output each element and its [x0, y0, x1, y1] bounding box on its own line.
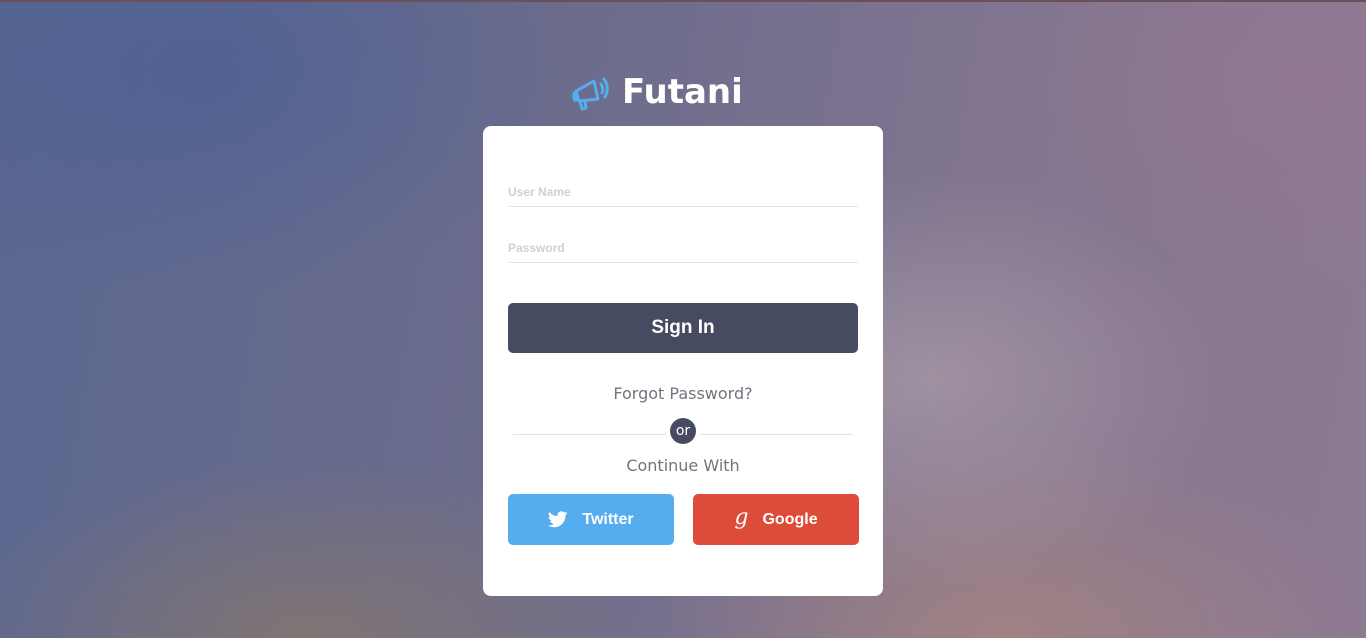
brand-name: Futani	[622, 72, 743, 112]
or-badge: or	[670, 418, 696, 444]
sign-in-button[interactable]: Sign In	[508, 303, 858, 353]
twitter-bird-icon	[548, 511, 569, 528]
forgot-password-link[interactable]: Forgot Password?	[483, 384, 883, 403]
top-border	[0, 0, 1366, 2]
username-input[interactable]	[508, 171, 858, 206]
google-button-label: Google	[762, 510, 818, 528]
password-input[interactable]	[508, 227, 858, 262]
continue-with-label: Continue With	[626, 456, 740, 475]
password-field	[508, 227, 858, 263]
login-card: Sign In Forgot Password? or Continue Wit…	[483, 126, 883, 596]
google-g-icon: g	[734, 504, 749, 530]
brand-header: Futani	[570, 68, 743, 116]
megaphone-icon	[572, 77, 609, 111]
username-field	[508, 171, 858, 207]
google-login-button[interactable]: g Google	[693, 494, 859, 545]
twitter-button-label: Twitter	[582, 510, 634, 528]
twitter-login-button[interactable]: Twitter	[508, 494, 674, 545]
